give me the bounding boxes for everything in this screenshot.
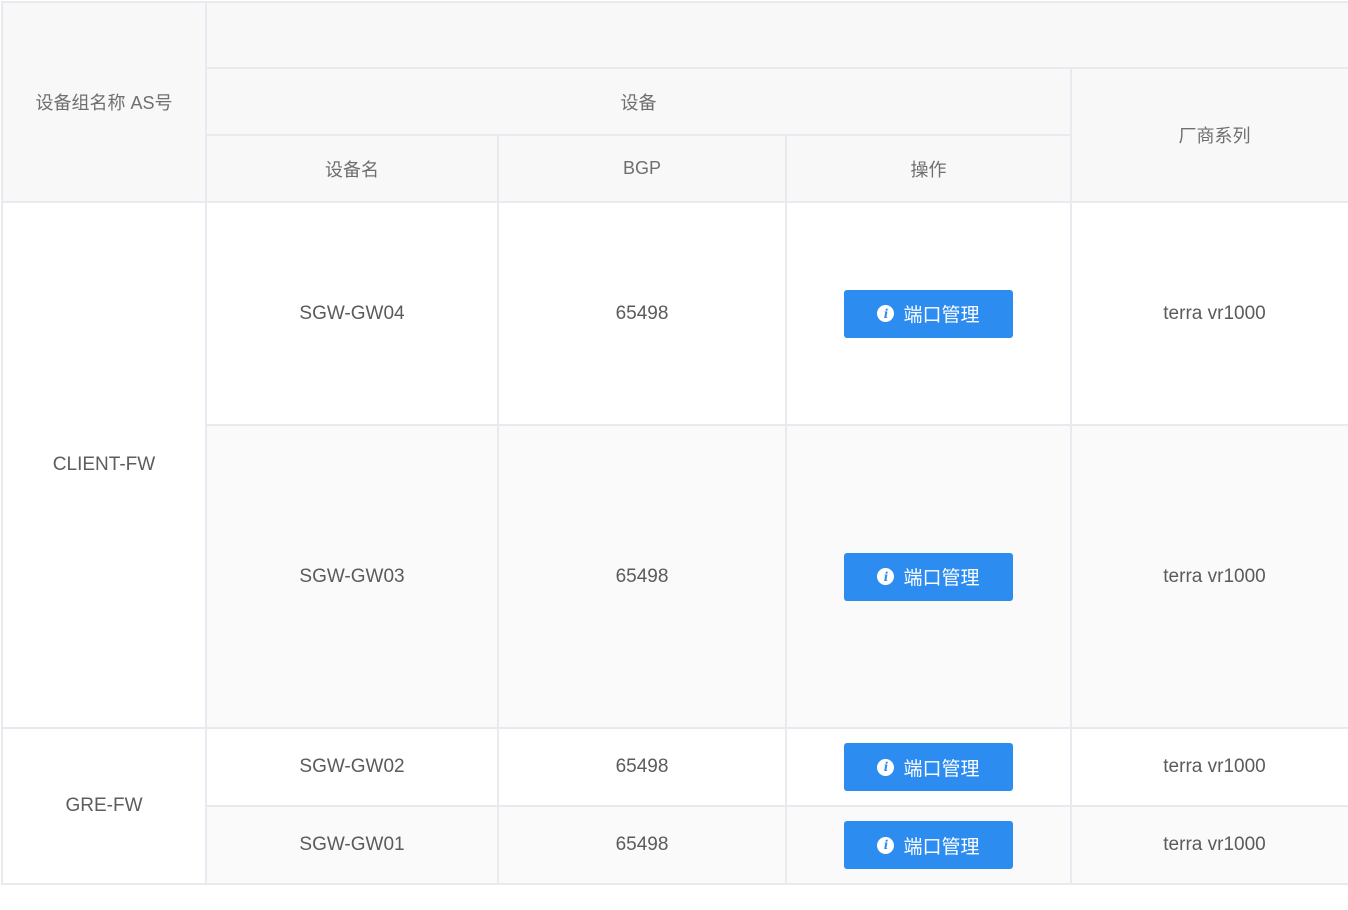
group-name-cell: CLIENT-FW xyxy=(1,201,207,729)
device-name-cell: SGW-GW04 xyxy=(205,201,499,426)
port-manage-label: 端口管理 xyxy=(903,758,980,780)
vendor-cell: terra vr1000 xyxy=(1070,201,1348,426)
operation-cell: i 端口管理 xyxy=(785,805,1072,885)
port-manage-label: 端口管理 xyxy=(903,305,980,326)
operation-cell: i 端口管理 xyxy=(785,424,1072,729)
port-manage-label: 端口管理 xyxy=(903,568,980,589)
header-device-name: 设备名 xyxy=(205,134,499,203)
bgp-cell: 65498 xyxy=(497,805,787,885)
bgp-cell: 65498 xyxy=(497,424,787,729)
header-vendor-series: 厂商系列 xyxy=(1070,67,1348,203)
bgp-cell: 65498 xyxy=(497,201,787,426)
device-name-cell: SGW-GW03 xyxy=(205,424,499,729)
vendor-cell: terra vr1000 xyxy=(1070,424,1348,729)
vendor-cell: terra vr1000 xyxy=(1070,727,1348,807)
info-icon: i xyxy=(877,758,895,776)
operation-cell: i 端口管理 xyxy=(785,727,1072,807)
device-table: 设备组名称 AS号 设备 厂商系列 设备名 BGP 操作 CLIENT-FW S… xyxy=(1,1,1348,885)
header-bgp: BGP xyxy=(497,134,787,203)
header-blank xyxy=(205,1,1348,69)
info-icon: i xyxy=(877,836,895,854)
table-row: CLIENT-FW SGW-GW04 65498 i 端口管理 terra vr1… xyxy=(1,201,1348,729)
header-group-name: 设备组名称 AS号 xyxy=(1,1,207,203)
port-manage-button[interactable]: i 端口管理 xyxy=(844,821,1013,869)
table-body: CLIENT-FW SGW-GW04 65498 i 端口管理 terra vr1… xyxy=(1,201,1348,885)
group-name-cell: GRE-FW xyxy=(1,727,207,885)
port-manage-button[interactable]: i 端口管理 xyxy=(844,743,1013,791)
vendor-cell: terra vr1000 xyxy=(1070,805,1348,885)
info-icon: i xyxy=(877,305,895,322)
table-row: GRE-FW SGW-GW02 65498 i 端口管理 terra vr1000 xyxy=(1,727,1348,885)
table-header: 设备组名称 AS号 设备 厂商系列 设备名 BGP 操作 xyxy=(1,1,1348,203)
port-manage-button[interactable]: i 端口管理 xyxy=(844,289,1013,338)
port-manage-label: 端口管理 xyxy=(903,836,980,858)
device-name-cell: SGW-GW01 xyxy=(205,805,499,885)
header-operation: 操作 xyxy=(785,134,1072,203)
port-manage-button[interactable]: i 端口管理 xyxy=(844,552,1013,601)
info-icon: i xyxy=(877,568,895,585)
device-name-cell: SGW-GW02 xyxy=(205,727,499,807)
header-device-group: 设备 xyxy=(205,67,1072,136)
bgp-cell: 65498 xyxy=(497,727,787,807)
operation-cell: i 端口管理 xyxy=(785,201,1072,426)
